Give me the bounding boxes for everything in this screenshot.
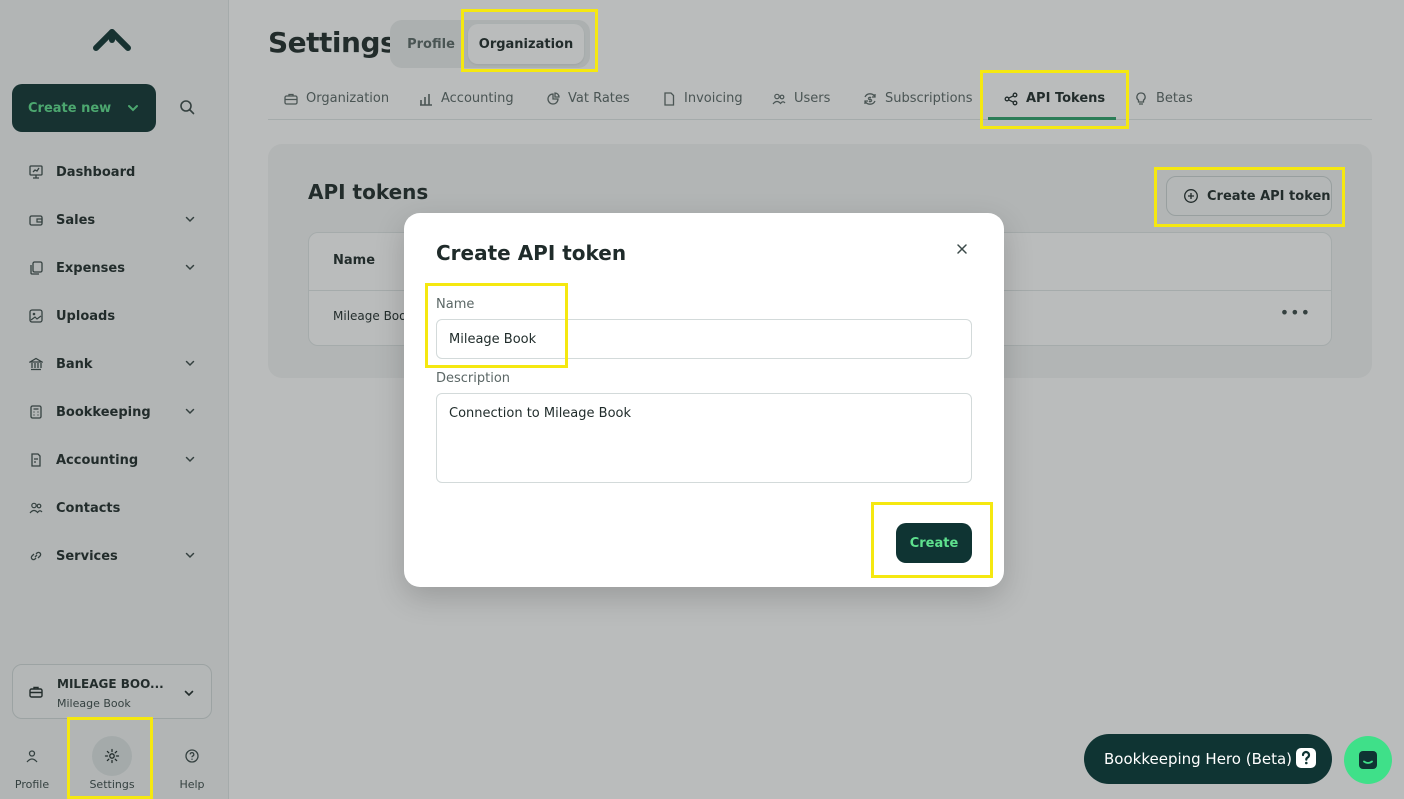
description-label: Description xyxy=(436,371,511,386)
dialog-title: Create API token xyxy=(436,241,627,265)
name-label: Name xyxy=(436,297,475,312)
bookkeeping-hero-button[interactable]: Bookkeeping Hero (Beta) xyxy=(1084,734,1332,784)
name-input[interactable] xyxy=(436,319,972,359)
chat-icon xyxy=(1359,751,1377,769)
create-api-token-dialog: Create API token Name Description Connec… xyxy=(404,213,1004,587)
bookkeeping-hero-label: Bookkeeping Hero (Beta) xyxy=(1104,750,1293,768)
close-icon[interactable] xyxy=(954,241,970,257)
description-textarea[interactable]: Connection to Mileage Book xyxy=(436,393,972,483)
help-chat-icon xyxy=(1296,748,1316,768)
chat-launcher-button[interactable] xyxy=(1344,736,1392,784)
create-button[interactable]: Create xyxy=(896,523,972,563)
